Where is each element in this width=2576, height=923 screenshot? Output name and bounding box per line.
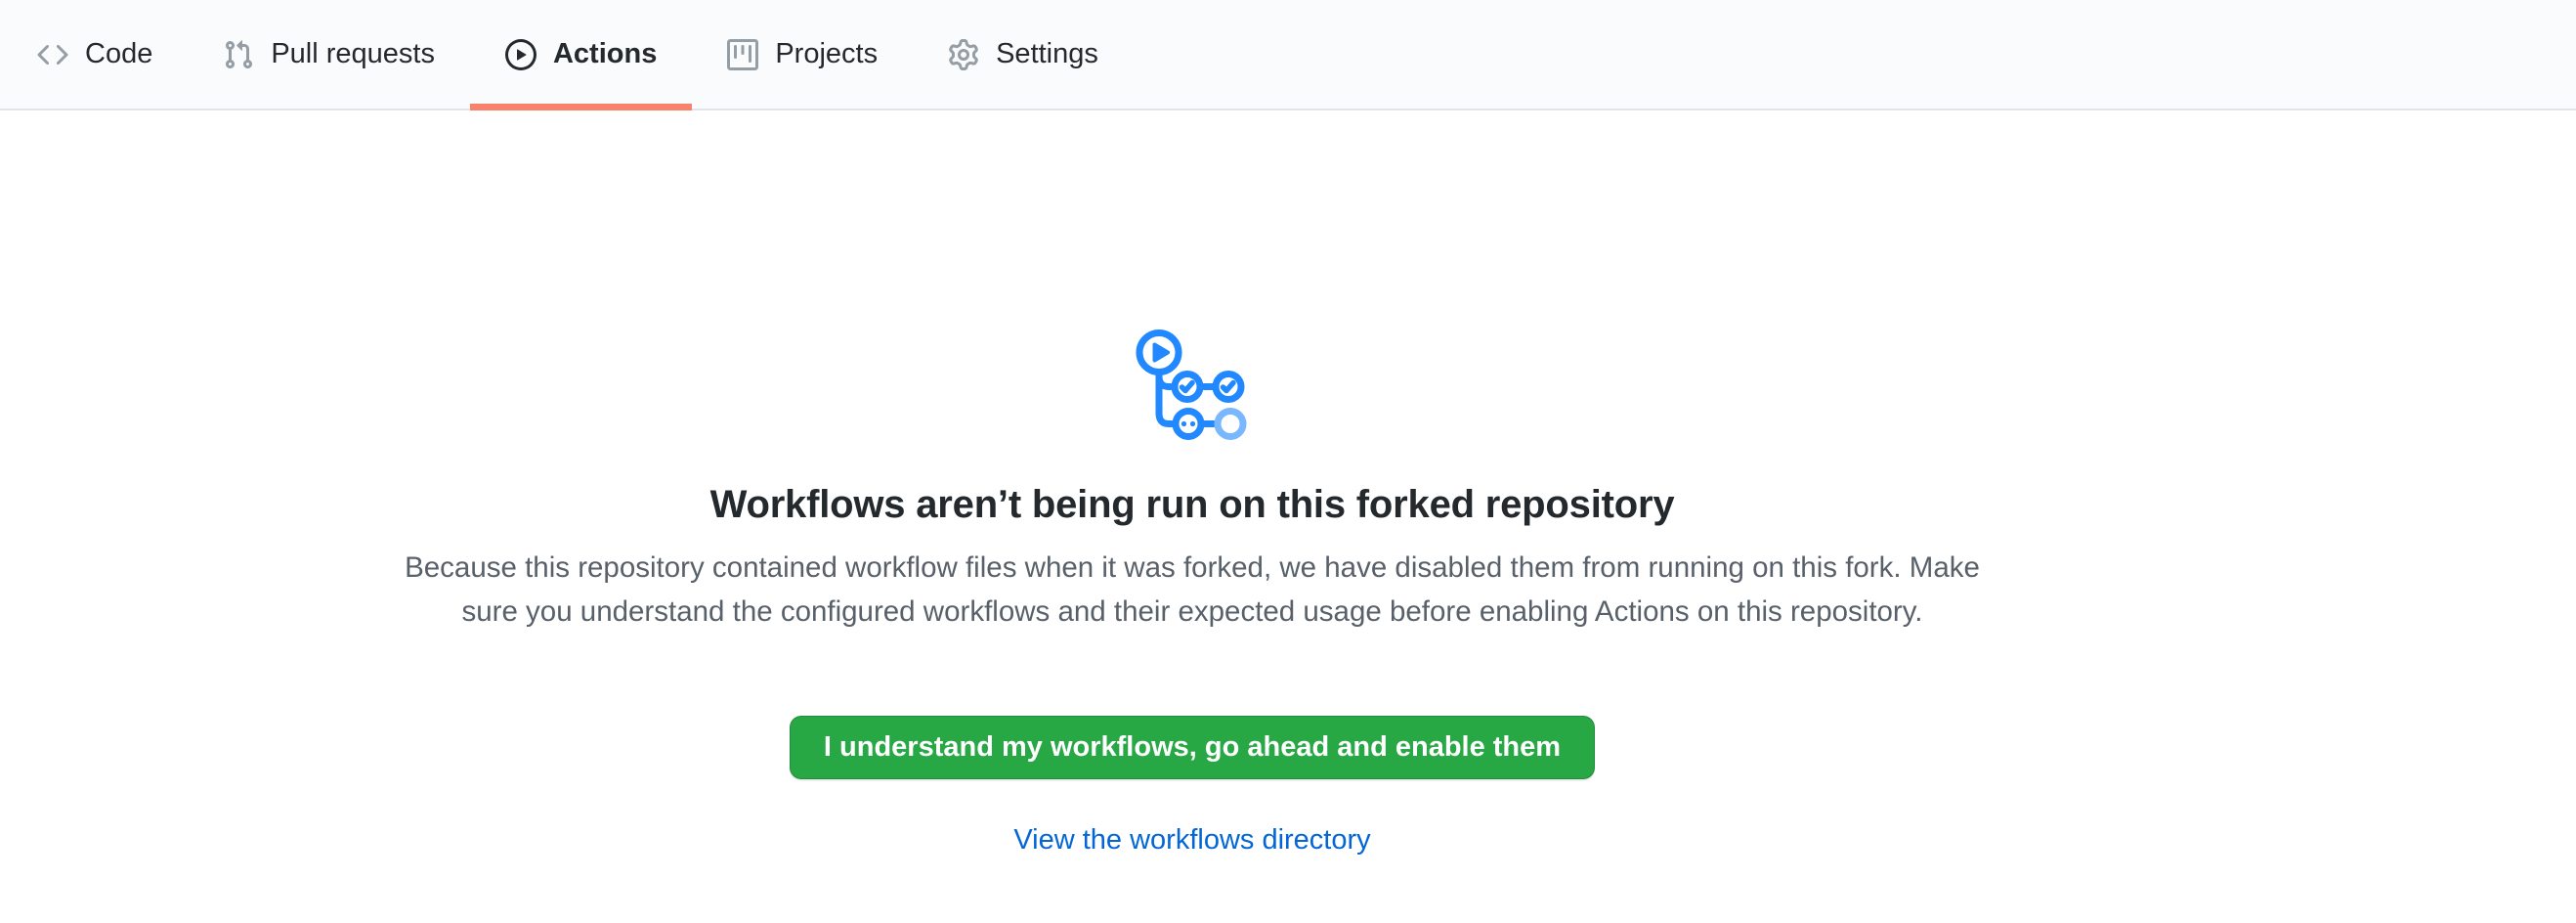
enable-workflows-button[interactable]: I understand my workflows, go ahead and …	[790, 716, 1595, 779]
git-pull-request-icon	[223, 39, 254, 70]
repo-nav: Code Pull requests Actions Projects Sett…	[0, 0, 2576, 110]
tab-pull-requests[interactable]: Pull requests	[188, 0, 470, 109]
tab-settings-label: Settings	[996, 40, 1098, 68]
tab-settings[interactable]: Settings	[913, 0, 1134, 109]
workflow-graph-icon	[1136, 330, 1249, 440]
tab-actions[interactable]: Actions	[470, 0, 692, 109]
tab-projects-label: Projects	[775, 40, 878, 68]
page-title: Workflows aren’t being run on this forke…	[710, 483, 1675, 527]
view-workflows-directory-link[interactable]: View the workflows directory	[1013, 824, 1370, 857]
project-icon	[727, 39, 758, 70]
tab-actions-label: Actions	[553, 40, 657, 68]
code-icon	[37, 39, 68, 70]
play-icon	[505, 39, 537, 70]
tab-code-label: Code	[85, 40, 152, 68]
actions-blankslate: Workflows aren’t being run on this forke…	[0, 110, 2576, 857]
tab-pull-requests-label: Pull requests	[271, 40, 435, 68]
blankslate-description: Because this repository contained workfl…	[375, 546, 2009, 634]
tab-code[interactable]: Code	[2, 0, 188, 109]
tab-projects[interactable]: Projects	[692, 0, 913, 109]
gear-icon	[948, 39, 979, 70]
